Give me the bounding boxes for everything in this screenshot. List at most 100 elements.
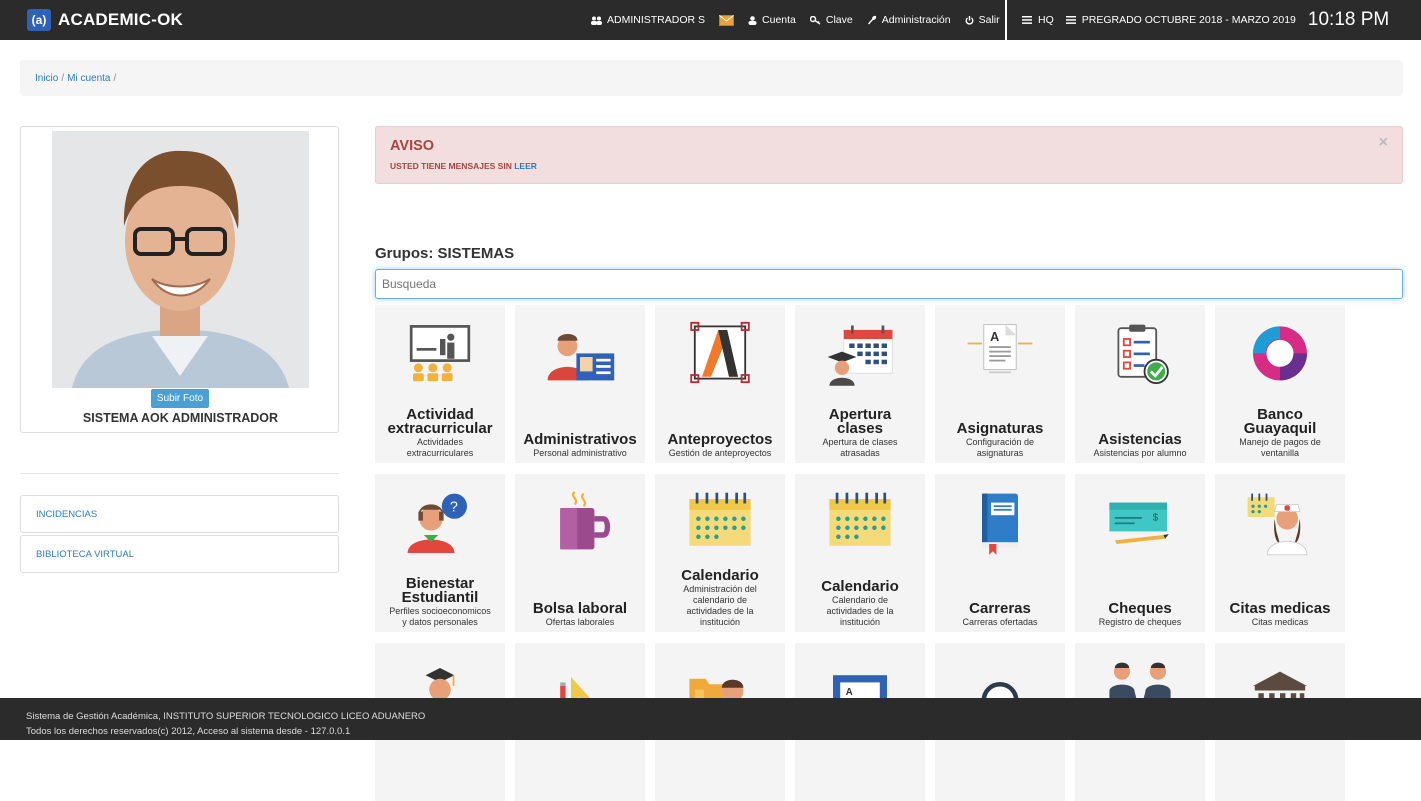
svg-text:A: A bbox=[990, 330, 999, 344]
user-icon bbox=[748, 15, 757, 25]
module-tile-description-line: Gestión de anteproyectos bbox=[668, 448, 772, 458]
module-tile[interactable]: Anteproyectos Gestión de anteproyectos bbox=[655, 305, 785, 463]
nav-clave[interactable]: Clave bbox=[809, 14, 853, 26]
module-tile-description-line: atrasadas bbox=[840, 448, 880, 458]
alert-title: AVISO bbox=[390, 138, 435, 154]
nav-user-label: ADMINISTRADOR S bbox=[607, 14, 706, 26]
module-tile-description-line: actividades de la bbox=[826, 606, 894, 616]
nav-period[interactable]: PREGRADO OCTUBRE 2018 - MARZO 2019 bbox=[1065, 14, 1296, 26]
module-tile-description-line: actividades de la bbox=[686, 606, 754, 616]
breadcrumb-mi-cuenta[interactable]: Mi cuenta bbox=[67, 73, 110, 84]
module-tile-name: Bienestar Estudiantil bbox=[377, 576, 503, 605]
module-tile-name-line: Asignaturas bbox=[956, 420, 1044, 437]
nav-cuenta-label: Cuenta bbox=[762, 14, 796, 26]
breadcrumb-inicio[interactable]: Inicio bbox=[35, 73, 58, 84]
nav-clave-label: Clave bbox=[825, 14, 853, 26]
module-tile[interactable]: Actividad extracurricular Actividades extra… bbox=[375, 305, 505, 463]
mail-icon[interactable] bbox=[719, 14, 735, 26]
module-tile-name-line: Citas medicas bbox=[1229, 600, 1331, 617]
module-tile-description-line: institución bbox=[839, 617, 881, 627]
brand-name: ACADEMIC-OK bbox=[58, 10, 183, 29]
sidebar-link-biblioteca[interactable]: BIBLIOTECA VIRTUAL bbox=[20, 535, 339, 573]
module-tile-description-line: calendario de bbox=[692, 595, 748, 605]
sidebar-divider bbox=[20, 473, 339, 474]
module-tile-description-line: Registro de cheques bbox=[1098, 617, 1182, 627]
module-tile-description-line: Configuración de bbox=[965, 437, 1035, 447]
module-tile-name: Calendario bbox=[657, 568, 783, 583]
brand[interactable]: (a) ACADEMIC-OK bbox=[27, 9, 183, 31]
upload-photo-button[interactable]: Subir Foto bbox=[151, 389, 209, 408]
sidebar-link-incidencias[interactable]: INCIDENCIAS bbox=[20, 495, 339, 533]
module-tile[interactable]: Banco Guayaquil Manejo de pagos de ventanil… bbox=[1215, 305, 1345, 463]
id-card-icon bbox=[547, 334, 615, 381]
module-tile[interactable]: Asistencias Asistencias por alumno bbox=[1075, 305, 1205, 463]
brand-logo-icon: (a) bbox=[27, 9, 51, 31]
module-tile-description-line: institución bbox=[699, 617, 741, 627]
module-tile-description-line: y datos personales bbox=[402, 617, 478, 627]
module-tile-description: Configuración de asignaturas bbox=[939, 437, 1061, 459]
nav-administracion-label: Administración bbox=[881, 14, 951, 26]
module-tile-description-line: Actividades bbox=[416, 437, 464, 447]
calendar-graduate-icon bbox=[827, 325, 893, 386]
module-tile-description-line: Personal administrativo bbox=[533, 448, 627, 458]
profile-photo bbox=[52, 131, 309, 388]
module-tile-description: Gestión de anteproyectos bbox=[659, 448, 781, 459]
module-tile-name: Banco Guayaquil bbox=[1217, 407, 1343, 436]
coffee-mug-icon bbox=[560, 491, 611, 550]
module-tile-description-line: Perfiles socioeconomicos bbox=[389, 606, 491, 616]
book-icon bbox=[982, 493, 1018, 555]
module-tile-description: Registro de cheques bbox=[1079, 617, 1201, 628]
module-tile-name: Anteproyectos bbox=[657, 432, 783, 447]
module-tile-description: Administración del calendario de actividad… bbox=[659, 584, 781, 628]
module-tile-name: Actividad extracurricular bbox=[377, 407, 503, 436]
profile-name: SISTEMA AOK ADMINISTRADOR bbox=[82, 411, 279, 425]
module-tile-name: Citas medicas bbox=[1217, 600, 1343, 617]
footer-line-1: Sistema de Gestión Académica, INSTITUTO … bbox=[26, 711, 426, 722]
module-tile[interactable]: ? Bienestar Estudiantil Perfiles socioecono… bbox=[375, 474, 505, 632]
module-tile[interactable]: Apertura clases Apertura de clases atrasada… bbox=[795, 305, 925, 463]
module-tile[interactable]: Citas medicas Citas medicas bbox=[1215, 474, 1345, 632]
presentation-icon bbox=[409, 325, 471, 382]
alert-read-link[interactable]: LEER bbox=[514, 161, 537, 171]
search-input[interactable] bbox=[375, 269, 1403, 299]
groups-title: Grupos: SISTEMAS bbox=[375, 245, 515, 262]
module-tile[interactable]: Calendario Administración del calendario d… bbox=[655, 474, 785, 632]
nav-user-menu[interactable]: ADMINISTRADOR S bbox=[591, 14, 705, 26]
module-tile[interactable]: Carreras Carreras ofertadas bbox=[935, 474, 1065, 632]
nav-period-label: PREGRADO OCTUBRE 2018 - MARZO 2019 bbox=[1081, 14, 1296, 26]
nav-campus-label: HQ bbox=[1038, 14, 1054, 26]
users-icon bbox=[591, 16, 602, 25]
module-tile[interactable]: Bolsa laboral Ofertas laborales bbox=[515, 474, 645, 632]
module-tile-description: Apertura de clases atrasadas bbox=[799, 437, 921, 459]
nav-cuenta[interactable]: Cuenta bbox=[748, 14, 796, 26]
document-icon: A bbox=[967, 324, 1033, 374]
alert-message-text: USTED TIENE MENSAJES SIN bbox=[390, 161, 512, 171]
close-icon[interactable]: × bbox=[1379, 134, 1388, 152]
cheque-icon: $ bbox=[1109, 502, 1169, 544]
module-tile-description-line: extracurriculares bbox=[406, 448, 474, 458]
module-tile[interactable]: $ Cheques Registro de cheques bbox=[1075, 474, 1205, 632]
module-tile[interactable]: A Asignaturas Configuración de asignaturas bbox=[935, 305, 1065, 463]
module-tile[interactable]: Calendario Calendario de actividades de la… bbox=[795, 474, 925, 632]
nav-campus[interactable]: HQ bbox=[1022, 14, 1054, 26]
module-tile-name-line: Administrativos bbox=[523, 431, 637, 448]
module-tile-description: Carreras ofertadas bbox=[939, 617, 1061, 628]
module-tile-description-line: Administración del bbox=[683, 584, 757, 594]
nav-administracion[interactable]: Administración bbox=[867, 14, 951, 26]
module-tile-description-line: Citas medicas bbox=[1251, 617, 1309, 627]
module-tile-name-line: Asistencias bbox=[1098, 431, 1182, 448]
module-tile[interactable]: Administrativos Personal administrativo bbox=[515, 305, 645, 463]
module-tile-description-line: Ofertas laborales bbox=[545, 617, 615, 627]
footer-line-2: Todos los derechos reservados(c) 2012, A… bbox=[26, 726, 351, 737]
module-tile-name: Bolsa laboral bbox=[517, 601, 643, 616]
module-tile-description: Actividades extracurriculares bbox=[379, 437, 501, 459]
vector-a-icon bbox=[690, 321, 750, 384]
top-nav: ADMINISTRADOR S Cuenta Clave Administrac… bbox=[591, 0, 1014, 40]
nav-salir[interactable]: Salir bbox=[965, 14, 1000, 26]
module-tile-description-line: Carreras ofertadas bbox=[962, 617, 1038, 627]
module-tile-description-line: ventanilla bbox=[1260, 448, 1300, 458]
wrench-icon bbox=[867, 15, 876, 25]
breadcrumb: Inicio / Mi cuenta / bbox=[20, 60, 1403, 96]
module-tile-description: Asistencias por alumno bbox=[1079, 448, 1201, 459]
profile-card: Subir Foto SISTEMA AOK ADMINISTRADOR bbox=[20, 126, 339, 433]
